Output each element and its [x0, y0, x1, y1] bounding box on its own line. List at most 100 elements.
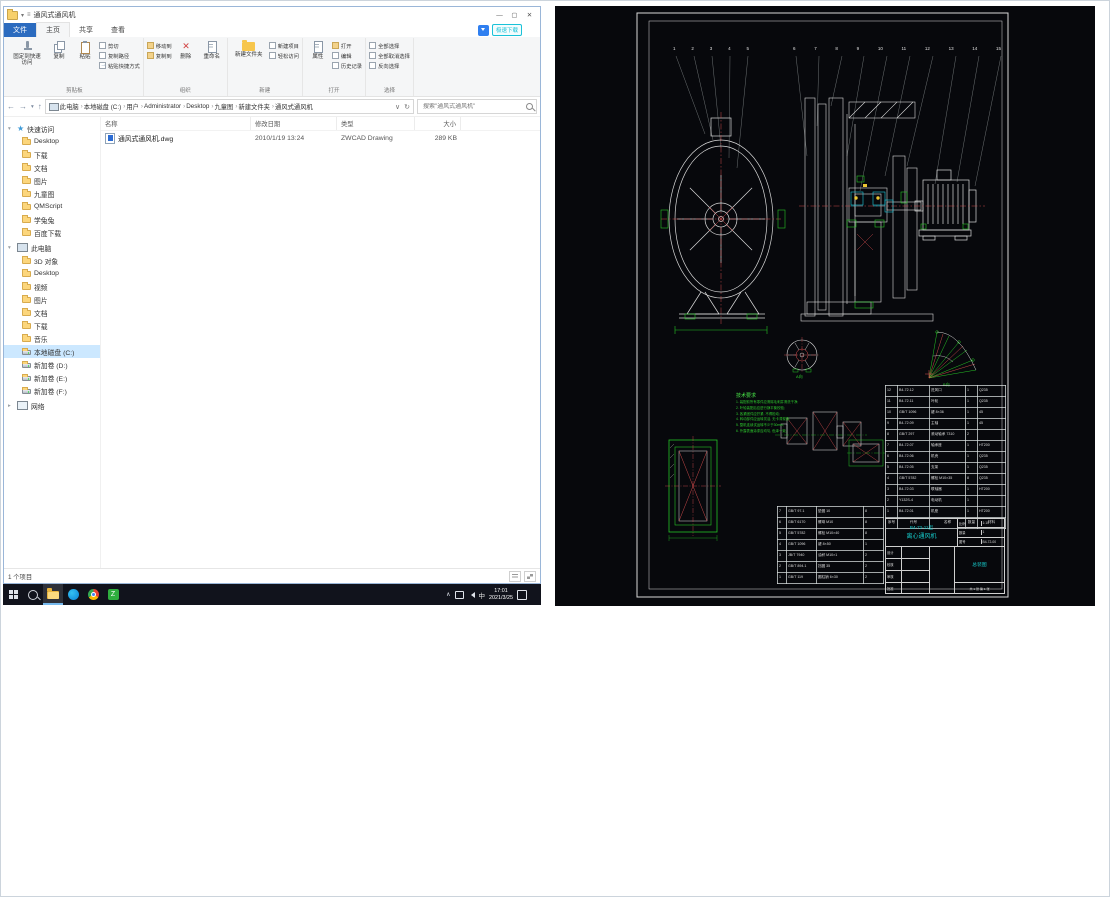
paste-button[interactable]: 粘贴 [73, 39, 97, 61]
new-item-button[interactable]: 新建项目 [268, 41, 299, 50]
invert-selection-button[interactable]: 反向选择 [369, 61, 410, 70]
chevron-right-icon[interactable]: ▸ [8, 403, 14, 409]
maximize-button[interactable]: ▢ [507, 9, 522, 22]
sidebar-item[interactable]: 九童图 [4, 187, 100, 200]
taskbar-search-button[interactable] [23, 584, 43, 605]
taskbar-clock[interactable]: 17:01 2021/3/25 [489, 588, 513, 601]
address-dropdown-icon[interactable]: ∨ [395, 103, 400, 111]
cut-button[interactable]: 剪切 [99, 41, 140, 50]
open-button[interactable]: 打开 [331, 41, 362, 50]
new-folder-icon [242, 39, 256, 51]
rename-button[interactable]: 重命名 [200, 39, 224, 61]
sidebar-item[interactable]: 图片 [4, 293, 100, 306]
number-value: B4-72-00 [982, 539, 997, 544]
ribbon: 固定到快速访问 复制 粘贴 剪切 复制路径 → 粘贴快捷方式 剪贴板 移动到 复… [4, 37, 540, 97]
search-input[interactable] [421, 102, 524, 111]
breadcrumb-item[interactable]: 通风式通风机› [275, 102, 313, 111]
sidebar-section-quick-access[interactable]: ▾ ★ 快速访问 [4, 122, 100, 135]
easy-access-button[interactable]: 轻松访问 [268, 51, 299, 60]
taskbar-chrome-button[interactable] [83, 584, 103, 605]
blade-detail [925, 330, 977, 379]
sidebar-item[interactable]: 学兔兔 [4, 213, 100, 226]
taskbar-cad-app-button[interactable]: Z [103, 584, 123, 605]
tab-home[interactable]: 主页 [36, 22, 70, 37]
back-button[interactable]: ← [7, 102, 15, 111]
pin-to-quick-access-button[interactable]: 固定到快速访问 [9, 39, 45, 68]
window-controls: — ▢ ✕ [492, 9, 537, 22]
properties-button[interactable]: 属性 [306, 39, 330, 61]
sidebar-item[interactable]: 下载 [4, 319, 100, 332]
start-button[interactable] [3, 584, 23, 605]
copy-button[interactable]: 复制 [47, 39, 71, 61]
select-none-button[interactable]: 全部取消选择 [369, 51, 410, 60]
download-icon[interactable] [477, 24, 489, 36]
sidebar-item[interactable]: 3D 对象 [4, 254, 100, 267]
column-size[interactable]: 大小 [415, 117, 461, 130]
sidebar-item[interactable]: 百度下载 [4, 226, 100, 239]
tab-file[interactable]: 文件 [4, 23, 36, 37]
details-view-button[interactable] [509, 570, 521, 582]
cad-viewport[interactable]: 12345 6 7 8 9 10 11 12 13 14 15 技术要求 1. 装配前所有零件应清… [555, 6, 1095, 606]
breadcrumb-item[interactable]: 本地磁盘 (C:) › [84, 102, 127, 111]
move-to-button[interactable]: 移动到 [146, 41, 172, 50]
up-button[interactable]: ↑ [38, 102, 42, 111]
sidebar-item[interactable]: 音乐 [4, 332, 100, 345]
sidebar-item[interactable]: 下载 [4, 148, 100, 161]
tab-share[interactable]: 共享 [70, 23, 102, 37]
sidebar-item[interactable]: 图片 [4, 174, 100, 187]
tray-app-icon[interactable] [454, 590, 464, 599]
folder-icon [22, 202, 31, 210]
breadcrumb[interactable]: 此电脑 › 本地磁盘 (C:) › 用户 › Administrator › Deskt… [44, 99, 414, 114]
delete-button[interactable]: 删除 [174, 39, 198, 61]
sidebar-item[interactable]: 视频 [4, 280, 100, 293]
chevron-down-icon[interactable]: ▾ [8, 126, 14, 132]
edit-button[interactable]: 编辑 [331, 51, 362, 60]
minimize-button[interactable]: — [492, 9, 507, 22]
column-type[interactable]: 类型 [337, 117, 415, 130]
paste-shortcut-button[interactable]: 粘贴快捷方式 [99, 61, 140, 70]
ime-indicator[interactable]: 中 [479, 590, 486, 600]
item-icon [22, 256, 31, 264]
file-row[interactable]: 通风式通风机.dwg 2010/1/19 13:24 ZWCAD Drawing… [101, 131, 540, 145]
action-center-icon[interactable] [517, 589, 527, 600]
history-button[interactable]: 历史记录 [331, 61, 362, 70]
volume-icon[interactable] [468, 591, 475, 598]
sidebar-item[interactable]: 新加卷 (E:) [4, 371, 100, 384]
sidebar-section-this-pc[interactable]: ▾ 此电脑 [4, 241, 100, 254]
breadcrumb-item[interactable]: Administrator › [144, 102, 186, 111]
quick-access-toolbar-icon[interactable]: ▾ [21, 12, 24, 19]
chevron-down-icon[interactable]: ▾ [8, 245, 14, 251]
recent-locations-button[interactable]: ▾ [31, 104, 34, 110]
copy-to-button[interactable]: 复制到 [146, 51, 172, 60]
sidebar-section-network[interactable]: ▸ 网络 [4, 399, 100, 412]
fan-section-view [800, 97, 934, 322]
tab-view[interactable]: 查看 [102, 23, 134, 37]
taskbar-explorer-button[interactable] [43, 584, 63, 605]
copy-path-button[interactable]: 复制路径 [99, 51, 140, 60]
column-date[interactable]: 修改日期 [251, 117, 337, 130]
sidebar-item[interactable]: Desktop [4, 135, 100, 148]
column-name[interactable]: 名称 [101, 117, 251, 130]
tray-expand-icon[interactable]: ∧ [446, 591, 450, 598]
sidebar-item[interactable]: 本地磁盘 (C:) [4, 345, 100, 358]
select-all-button[interactable]: 全部选择 [369, 41, 410, 50]
sidebar-item[interactable]: QMScript [4, 200, 100, 213]
breadcrumb-item[interactable]: 九童图 › [214, 102, 238, 111]
new-folder-button[interactable]: 新建文件夹 [231, 39, 267, 59]
sidebar-item[interactable]: 文档 [4, 161, 100, 174]
breadcrumb-item[interactable]: 此电脑 › [60, 102, 84, 111]
breadcrumb-item[interactable]: 用户 › [126, 102, 144, 111]
forward-button[interactable]: → [19, 102, 27, 111]
close-button[interactable]: ✕ [522, 9, 537, 22]
overlay-badge[interactable]: 极速下载 [491, 24, 522, 36]
breadcrumb-item[interactable]: 新建文件夹 › [238, 102, 275, 111]
refresh-icon[interactable]: ↻ [404, 103, 410, 111]
rename-icon [205, 40, 218, 53]
taskbar-edge-button[interactable] [63, 584, 83, 605]
breadcrumb-item[interactable]: Desktop › [186, 102, 214, 111]
sidebar-item[interactable]: 新加卷 (D:) [4, 358, 100, 371]
sidebar-item[interactable]: 新加卷 (F:) [4, 384, 100, 397]
icons-view-button[interactable] [524, 570, 536, 582]
sidebar-item[interactable]: Desktop [4, 267, 100, 280]
sidebar-item[interactable]: 文档 [4, 306, 100, 319]
